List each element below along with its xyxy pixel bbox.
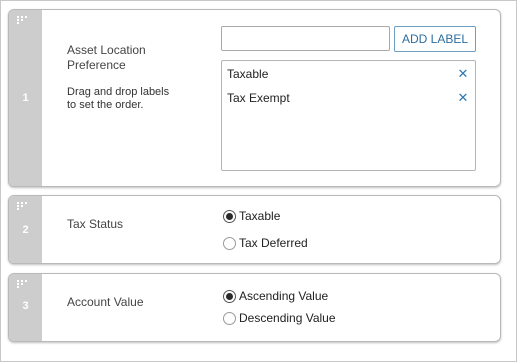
drag-handle[interactable]: 3 — [9, 274, 42, 341]
radio-button[interactable] — [223, 290, 236, 303]
close-icon[interactable]: ✕ — [457, 88, 469, 108]
section-title: Tax Status — [67, 217, 124, 231]
section-title: Asset Location Preference — [67, 43, 146, 72]
drag-handle-icon — [17, 280, 27, 288]
label-list: Taxable ✕ Tax Exempt ✕ — [221, 60, 476, 171]
section-hint: Drag and drop labels to set the order. — [67, 86, 170, 111]
step-number: 2 — [22, 224, 29, 236]
label-input[interactable] — [221, 26, 390, 51]
close-icon[interactable]: ✕ — [457, 64, 469, 84]
drag-handle[interactable]: 1 — [9, 10, 42, 186]
section-asset-location: 1 Asset Location Preference Drag and dro… — [8, 9, 501, 187]
label-text: Taxable — [227, 67, 269, 81]
settings-panel: 1 Asset Location Preference Drag and dro… — [0, 0, 517, 362]
drag-handle[interactable]: 2 — [9, 196, 42, 263]
drag-handle-icon — [17, 16, 27, 24]
radio-label: Ascending Value — [239, 289, 329, 303]
radio-button[interactable] — [223, 312, 236, 325]
section-account-value: 3 Account Value Ascending Value Descendi… — [8, 273, 501, 342]
section-title: Account Value — [67, 295, 144, 309]
list-item[interactable]: Taxable ✕ — [227, 64, 471, 84]
add-label-button[interactable]: ADD LABEL — [394, 26, 476, 52]
radio-label: Descending Value — [239, 311, 336, 325]
radio-button[interactable] — [223, 237, 236, 250]
step-number: 3 — [22, 300, 29, 312]
radio-button[interactable] — [223, 210, 236, 223]
list-item[interactable]: Tax Exempt ✕ — [227, 88, 471, 108]
label-text: Tax Exempt — [227, 91, 290, 105]
radio-label: Tax Deferred — [239, 236, 308, 250]
drag-handle-icon — [17, 202, 27, 210]
section-tax-status: 2 Tax Status Taxable Tax Deferred — [8, 195, 501, 264]
step-number: 1 — [22, 92, 29, 104]
radio-label: Taxable — [239, 209, 281, 223]
